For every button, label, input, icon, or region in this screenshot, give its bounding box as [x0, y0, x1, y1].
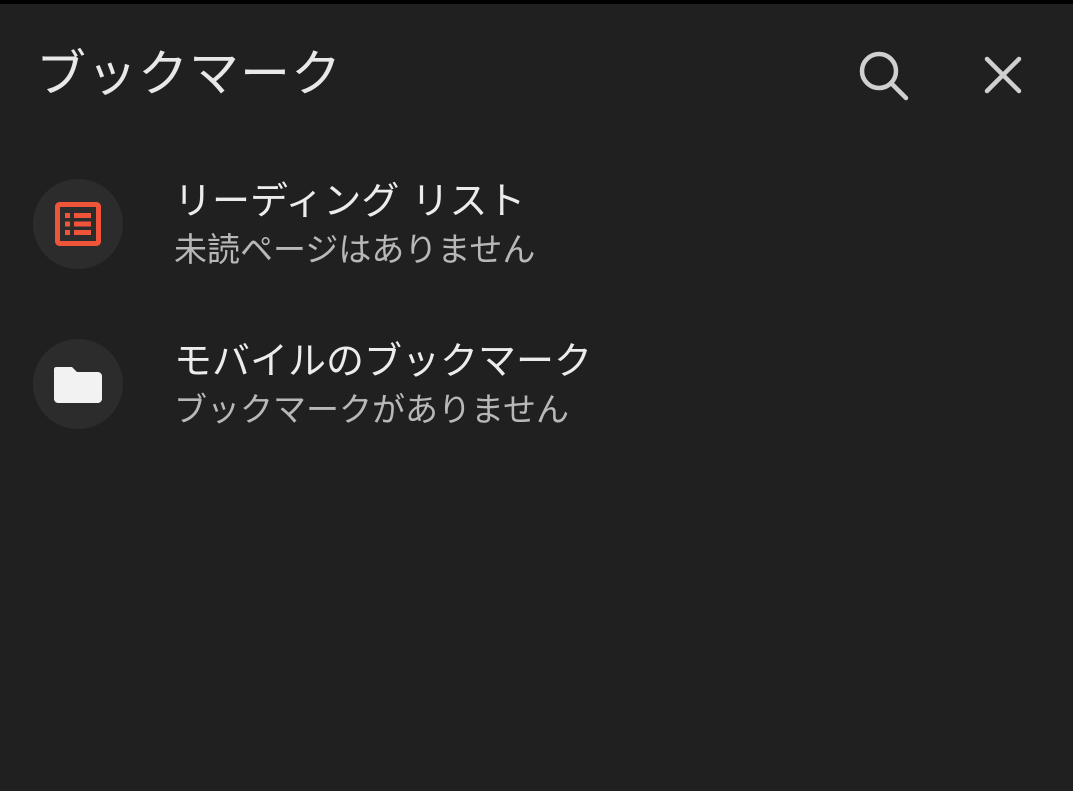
close-icon [984, 56, 1022, 94]
folder-icon [54, 367, 102, 403]
row-icon-circle [33, 339, 123, 429]
reading-list-icon [55, 202, 101, 246]
close-button[interactable] [968, 40, 1038, 110]
bookmark-list: リーディング リスト 未読ページはありません モバイルのブックマーク ブックマー… [0, 136, 1073, 456]
list-item-reading-list[interactable]: リーディング リスト 未読ページはありません [0, 136, 1073, 296]
list-item-subtitle: ブックマークがありません [174, 390, 570, 429]
list-item-title: モバイルのブックマーク [174, 339, 593, 383]
page-title: ブックマーク [36, 45, 342, 103]
list-item-mobile-bookmarks[interactable]: モバイルのブックマーク ブックマークがありません [0, 296, 1073, 456]
list-item-title: リーディング リスト [174, 179, 526, 223]
list-item-subtitle: 未読ページはありません [174, 230, 536, 269]
header: ブックマーク [0, 4, 1073, 136]
search-icon [859, 51, 909, 101]
row-icon-circle [33, 179, 123, 269]
search-button[interactable] [848, 40, 918, 110]
